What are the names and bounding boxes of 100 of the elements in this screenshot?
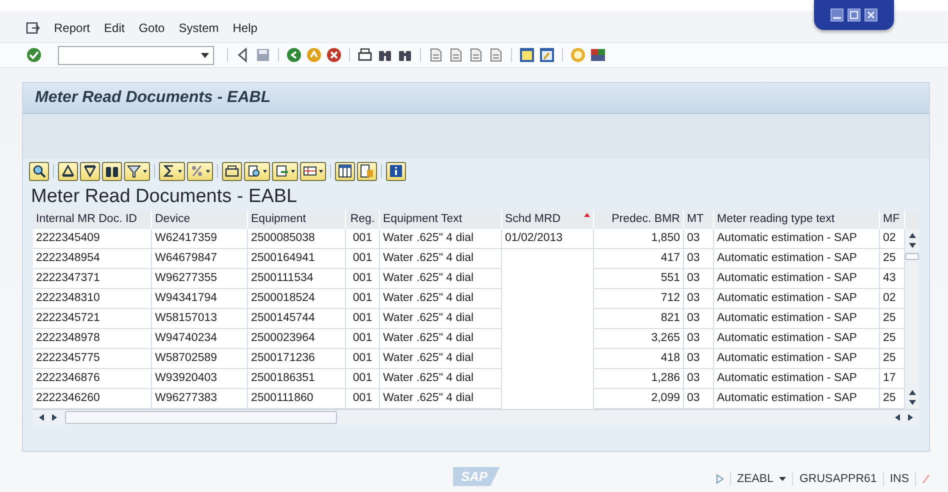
- print-icon[interactable]: [357, 47, 373, 63]
- sort-ascending-icon[interactable]: [58, 162, 78, 180]
- table-cell: 001: [346, 269, 380, 289]
- close-icon[interactable]: [864, 8, 878, 22]
- sum-icon[interactable]: [159, 162, 185, 180]
- table-cell: 001: [346, 249, 380, 269]
- page-icon[interactable]: [488, 47, 504, 63]
- table-cell: 03: [684, 309, 714, 329]
- table-cell: 03: [684, 389, 714, 409]
- table-cell: 03: [684, 369, 714, 389]
- table-cell: Automatic estimation - SAP: [714, 309, 880, 329]
- table-cell: 2500164941: [248, 249, 346, 269]
- enter-icon[interactable]: [26, 47, 42, 63]
- table-cell: W94740234: [152, 329, 248, 349]
- scroll-left-icon[interactable]: [39, 414, 44, 421]
- maximize-icon[interactable]: [847, 8, 861, 22]
- table-cell: 1,286: [594, 369, 684, 389]
- dropdown-icon[interactable]: [201, 52, 209, 58]
- server-name: GRUSAPPR61: [799, 473, 877, 485]
- table-cell: 001: [346, 369, 380, 389]
- menu-item[interactable]: Report: [54, 21, 90, 35]
- scroll-down-icon[interactable]: [908, 243, 916, 248]
- table-cell: Water .625" 4 dial: [380, 229, 502, 249]
- layout-icon[interactable]: [590, 47, 606, 63]
- table-cell: W58702589: [152, 349, 248, 369]
- table-cell: Automatic estimation - SAP: [714, 349, 880, 369]
- input-mode[interactable]: INS: [890, 473, 909, 485]
- transaction-code[interactable]: ZEABL: [737, 473, 774, 485]
- scroll-up-icon[interactable]: [908, 233, 916, 238]
- menu-icon[interactable]: [26, 22, 40, 34]
- dropdown-icon[interactable]: [779, 477, 786, 481]
- page-icon[interactable]: [428, 47, 444, 63]
- window-icon[interactable]: [539, 47, 555, 63]
- table-cell: 17: [880, 369, 905, 389]
- table-cell: 02: [880, 289, 905, 309]
- table-cell: 001: [346, 349, 380, 369]
- table-cell: 417: [594, 249, 684, 269]
- table-cell: 2222345775: [33, 349, 152, 369]
- subtotal-icon[interactable]: [187, 162, 213, 180]
- filter-icon[interactable]: [124, 162, 150, 180]
- table-cell: 25: [880, 349, 905, 369]
- menu-item[interactable]: Goto: [138, 21, 165, 35]
- cancel-icon[interactable]: [326, 47, 342, 63]
- table-cell: 2222348954: [33, 249, 152, 269]
- table-cell: 2500186351: [248, 369, 346, 389]
- window-icon[interactable]: [519, 47, 535, 63]
- export-icon[interactable]: [272, 162, 298, 180]
- table-cell: 712: [594, 289, 684, 309]
- scroll-thumb[interactable]: [905, 253, 919, 260]
- command-field[interactable]: [58, 46, 214, 64]
- page-icon[interactable]: [448, 47, 464, 63]
- menu-item[interactable]: System: [178, 21, 219, 35]
- table-cell: Automatic estimation - SAP: [714, 369, 880, 389]
- table-cell: 03: [684, 349, 714, 369]
- table-cell: 2222346876: [33, 369, 152, 389]
- table-cell: 2222348310: [33, 289, 152, 309]
- scroll-up-icon[interactable]: [908, 390, 916, 395]
- print-icon[interactable]: [222, 162, 242, 180]
- table-cell: 001: [346, 309, 380, 329]
- table-cell: 25: [880, 309, 905, 329]
- table-cell: Automatic estimation - SAP: [714, 249, 880, 269]
- table-cell: Automatic estimation - SAP: [714, 329, 880, 349]
- scroll-right-icon[interactable]: [908, 414, 913, 421]
- table-cell: 01/02/2013: [502, 229, 594, 249]
- sort-indicator-icon: [584, 213, 590, 217]
- minimize-icon[interactable]: [830, 8, 844, 22]
- menu-item[interactable]: Edit: [104, 21, 125, 35]
- view-icon[interactable]: [244, 162, 270, 180]
- page-icon[interactable]: [468, 47, 484, 63]
- table-cell: W93920403: [152, 369, 248, 389]
- table-cell: 2222347371: [33, 269, 152, 289]
- layout-icon[interactable]: [300, 162, 326, 180]
- columns-icon[interactable]: [335, 162, 355, 180]
- table-cell: Water .625" 4 dial: [380, 369, 502, 389]
- table-cell: 03: [684, 289, 714, 309]
- table-cell: 2500018524: [248, 289, 346, 309]
- details-icon[interactable]: [29, 162, 49, 180]
- scroll-left-icon[interactable]: [895, 414, 900, 421]
- back-icon[interactable]: [286, 47, 302, 63]
- table-cell: Automatic estimation - SAP: [714, 269, 880, 289]
- scroll-thumb[interactable]: [65, 411, 337, 424]
- scroll-down-icon[interactable]: [908, 400, 916, 405]
- info-icon[interactable]: [386, 162, 406, 180]
- vertical-scrollbar[interactable]: [905, 229, 919, 409]
- table-cell: W94341794: [152, 289, 248, 309]
- table-cell: 03: [684, 229, 714, 249]
- grid-title: Meter Read Documents - EABL: [30, 185, 298, 209]
- table-cell: 03: [684, 269, 714, 289]
- table-cell: 2500085038: [248, 229, 346, 249]
- sort-descending-icon[interactable]: [80, 162, 100, 180]
- table-cell: Automatic estimation - SAP: [714, 389, 880, 409]
- table-cell: 03: [684, 329, 714, 349]
- scroll-right-icon[interactable]: [52, 414, 57, 421]
- menu-item[interactable]: Help: [232, 21, 258, 35]
- table-cell: 02: [880, 229, 905, 249]
- table-cell: Water .625" 4 dial: [380, 349, 502, 369]
- table-cell: 418: [594, 349, 684, 369]
- table-cell: 25: [880, 389, 905, 409]
- table-cell: W64679847: [152, 249, 248, 269]
- table-cell: 2500145744: [248, 309, 346, 329]
